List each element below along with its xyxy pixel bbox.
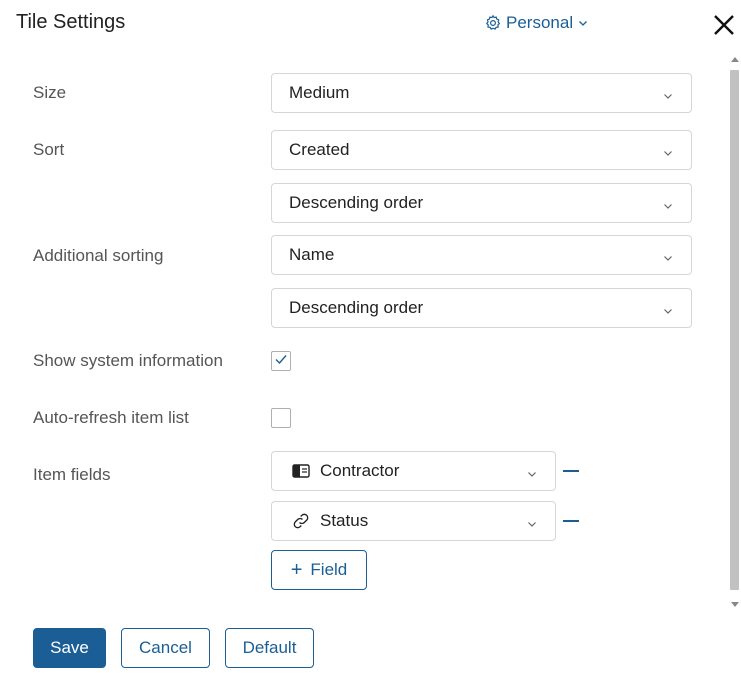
plus-icon: +	[290, 559, 303, 581]
chevron-down-icon	[662, 302, 674, 322]
scrollbar[interactable]	[728, 52, 741, 612]
size-select[interactable]: Medium	[271, 73, 692, 113]
sort-order-select[interactable]: Descending order	[271, 183, 692, 223]
scope-label: Personal	[506, 13, 574, 32]
gear-icon	[484, 14, 502, 32]
chevron-down-icon	[662, 144, 674, 164]
auto-refresh-checkbox[interactable]	[271, 408, 291, 428]
scope-selector[interactable]: Personal	[484, 13, 589, 33]
show-system-info-checkbox[interactable]	[271, 351, 291, 371]
item-fields-label: Item fields	[33, 465, 111, 484]
sort-order-value: Descending order	[289, 193, 424, 212]
size-label: Size	[33, 83, 67, 102]
sort-field-select[interactable]: Created	[271, 130, 692, 170]
chevron-down-icon	[577, 17, 589, 29]
save-button[interactable]: Save	[33, 628, 106, 668]
item-field-select[interactable]: Contractor	[271, 451, 556, 491]
item-field-name: Status	[320, 511, 369, 530]
chevron-down-icon	[662, 87, 674, 107]
additional-sorting-label: Additional sorting	[33, 246, 164, 265]
chevron-down-icon	[662, 197, 674, 217]
add-field-button[interactable]: + Field	[271, 550, 367, 590]
scroll-thumb[interactable]	[730, 70, 739, 590]
additional-sort-order-select[interactable]: Descending order	[271, 288, 692, 328]
size-value: Medium	[289, 83, 350, 102]
sort-field-value: Created	[289, 140, 350, 159]
chevron-down-icon	[526, 465, 538, 485]
chevron-down-icon	[526, 515, 538, 535]
remove-field-button[interactable]	[563, 470, 579, 472]
additional-sort-field-select[interactable]: Name	[271, 235, 692, 275]
default-button[interactable]: Default	[225, 628, 314, 668]
chevron-down-icon	[662, 249, 674, 269]
remove-field-button[interactable]	[563, 520, 579, 522]
scroll-down-arrow-icon[interactable]	[731, 602, 739, 607]
dialog-title: Tile Settings	[16, 11, 126, 33]
item-field-name: Contractor	[320, 461, 400, 480]
additional-sort-field-value: Name	[289, 245, 335, 264]
scroll-up-arrow-icon[interactable]	[731, 57, 739, 62]
link-icon	[292, 512, 310, 530]
additional-sort-order-value: Descending order	[289, 298, 424, 317]
close-icon[interactable]	[711, 12, 737, 38]
cancel-button[interactable]: Cancel	[121, 628, 210, 668]
document-card-icon	[292, 462, 310, 480]
show-system-info-label: Show system information	[33, 351, 223, 370]
checkmark-icon	[274, 352, 288, 371]
add-field-label: Field	[310, 560, 348, 579]
item-field-select[interactable]: Status	[271, 501, 556, 541]
auto-refresh-label: Auto-refresh item list	[33, 408, 189, 427]
sort-label: Sort	[33, 140, 65, 159]
